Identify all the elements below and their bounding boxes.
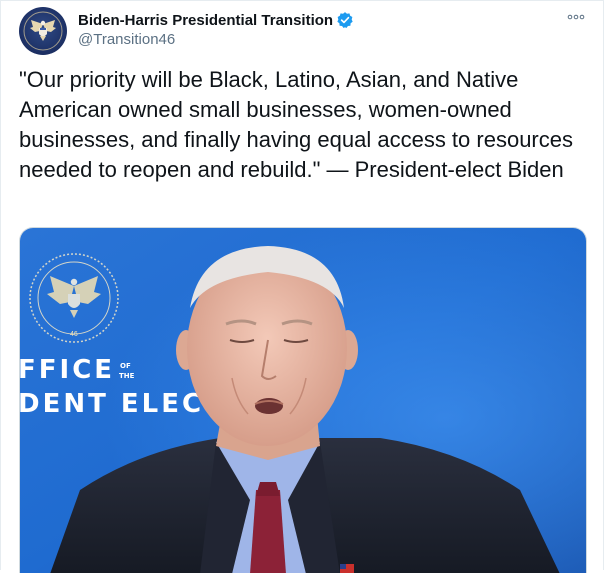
presidential-seal-icon xyxy=(23,11,63,51)
tweet-media-video[interactable]: 46 FFICE OF THE DENT ELEC xyxy=(19,227,587,573)
backdrop-text-president-elect: DENT ELEC xyxy=(20,389,204,419)
more-options-icon[interactable] xyxy=(565,9,587,25)
backdrop-text-office: FFICE xyxy=(20,355,115,385)
tweet-text: "Our priority will be Black, Latino, Asi… xyxy=(19,67,580,182)
avatar[interactable] xyxy=(19,7,67,55)
display-name[interactable]: Biden-Harris Presidential Transition xyxy=(78,12,333,29)
backdrop-text-the: THE xyxy=(119,372,135,380)
tweet-header: Biden-Harris Presidential Transition @Tr… xyxy=(19,7,589,55)
author-block: Biden-Harris Presidential Transition @Tr… xyxy=(78,9,354,48)
account-handle[interactable]: @Transition46 xyxy=(78,31,354,48)
video-frame: 46 FFICE OF THE DENT ELEC xyxy=(20,228,586,573)
seal-number: 46 xyxy=(70,331,78,338)
tweet-card[interactable]: Biden-Harris Presidential Transition @Tr… xyxy=(0,0,604,573)
backdrop-text-of: OF xyxy=(120,362,131,370)
verified-badge-icon xyxy=(336,11,354,29)
